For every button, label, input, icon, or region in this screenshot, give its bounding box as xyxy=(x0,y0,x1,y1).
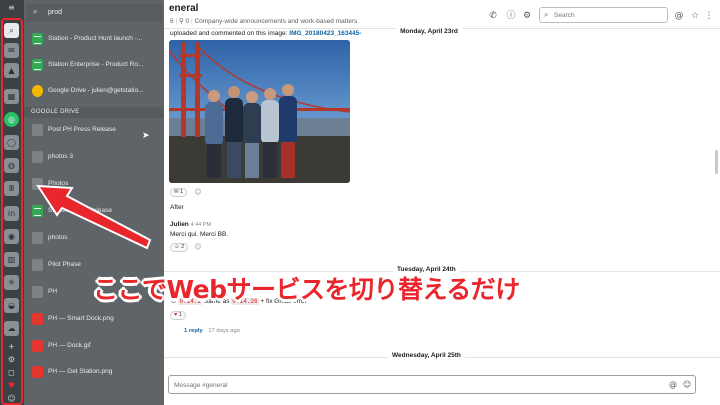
drive-item-label: Station PH ... Release xyxy=(48,207,112,214)
emoji-icon[interactable]: ☺ xyxy=(682,380,692,390)
mouse-cursor-icon: ➤ xyxy=(142,131,150,141)
result-item[interactable]: Station - Product Hunt launch -... xyxy=(24,27,164,53)
folder-icon xyxy=(32,232,43,244)
folder-icon xyxy=(32,286,43,298)
folder-icon xyxy=(32,124,43,136)
drive-item-label: PH — Get Station.png xyxy=(48,368,113,375)
add-reaction-icon[interactable]: ☺ xyxy=(194,243,202,251)
dock-highlight-box xyxy=(1,18,23,405)
pin-icon: ⚲ xyxy=(178,18,184,25)
reaction-count: 2 xyxy=(181,244,185,250)
pin-count[interactable]: 0 xyxy=(186,18,190,25)
drive-item-label: PH — Dock.gif xyxy=(48,342,91,349)
drive-item[interactable]: PH — Get Station.png xyxy=(24,360,164,386)
phone-icon[interactable]: ✆ xyxy=(488,11,498,21)
message-time[interactable]: 4:44 PM xyxy=(191,222,211,228)
message-text: After xyxy=(170,204,184,211)
drive-item-label: photos xyxy=(48,234,68,241)
channel-meta: 6 | ⚲ 0 | Company-wide announcements and… xyxy=(170,18,358,25)
uploaded-photo[interactable] xyxy=(169,40,350,183)
search-icon: ⌕ xyxy=(544,10,549,19)
annotation-caption: ここでWebサービスを切り替えるだけ xyxy=(93,275,520,304)
group-photo-image xyxy=(169,40,350,183)
mentions-icon[interactable]: @ xyxy=(674,11,684,21)
search-input[interactable] xyxy=(554,11,664,20)
info-icon[interactable]: ⓘ xyxy=(506,11,516,21)
thread-summary[interactable]: 1 reply 17 days ago xyxy=(184,328,240,334)
header-search[interactable]: ⌕ xyxy=(539,7,668,23)
drive-item-label: Pilot Phase xyxy=(48,261,81,268)
drive-item-label: photos 3 xyxy=(48,153,73,160)
gear-icon[interactable]: ⚙ xyxy=(522,11,532,21)
mention-icon[interactable]: @ xyxy=(668,380,678,390)
day-divider-label: Monday, April 23rd xyxy=(396,26,462,37)
reply-age: 17 days ago xyxy=(208,328,240,334)
folder-icon xyxy=(32,178,43,190)
result-label: Google Drive - julien@getstatio... xyxy=(48,87,144,94)
google-drive-icon xyxy=(32,85,43,97)
star-icon[interactable]: ☆ xyxy=(690,11,700,21)
day-divider-label: Wednesday, April 25th xyxy=(388,352,465,359)
drive-item[interactable]: photos xyxy=(24,226,164,252)
file-link[interactable]: IMG_20180423_163445- xyxy=(289,30,361,37)
channel-title[interactable]: eneral xyxy=(169,3,198,14)
message-text: Merci qui. Merci BB. xyxy=(170,231,229,238)
menu-icon[interactable]: ≡ xyxy=(7,3,16,12)
add-reaction-icon[interactable]: ☺ xyxy=(194,188,202,196)
image-file-icon xyxy=(32,340,43,352)
member-count[interactable]: 6 xyxy=(170,18,174,25)
message-input[interactable] xyxy=(174,380,654,390)
drive-item[interactable]: PH — Smart Dock.png xyxy=(24,307,164,333)
result-item[interactable]: Station Enterprise - Product Ro... xyxy=(24,53,164,79)
reply-count-link[interactable]: 1 reply xyxy=(184,328,203,334)
drive-item-label: Photos xyxy=(48,180,69,187)
result-label: Station Enterprise - Product Ro... xyxy=(48,61,144,68)
folder-icon xyxy=(32,151,43,163)
drive-item[interactable]: PH — Dock.gif xyxy=(24,334,164,360)
reaction-count: 1 xyxy=(178,312,182,318)
reaction-emoji-icon: ✉ xyxy=(174,189,179,195)
drive-item[interactable]: Station PH ... Release xyxy=(24,199,164,225)
result-item[interactable]: Google Drive - julien@getstatio... xyxy=(24,79,164,105)
channel-topic[interactable]: Company-wide announcements and work-base… xyxy=(194,18,357,25)
more-icon[interactable]: ⋮ xyxy=(704,11,714,21)
channel-view: eneral 6 | ⚲ 0 | Company-wide announceme… xyxy=(164,0,720,405)
search-icon: ⌕ xyxy=(33,7,38,16)
drive-item[interactable]: photos 3 xyxy=(24,145,164,171)
reaction-pill[interactable]: ♥ 1 xyxy=(170,311,186,320)
sheets-icon xyxy=(32,59,43,71)
drive-item-label: PH — Smart Dock.png xyxy=(48,315,114,322)
search-panel: ⌕ prod Station - Product Hunt launch -..… xyxy=(24,0,164,405)
heart-icon: ♥ xyxy=(174,312,178,318)
folder-icon xyxy=(32,259,43,271)
search-query: prod xyxy=(48,9,63,16)
sheets-icon xyxy=(32,205,43,217)
scrollbar[interactable] xyxy=(715,150,718,174)
image-file-icon xyxy=(32,313,43,325)
sheets-icon xyxy=(32,33,43,45)
image-file-icon xyxy=(32,366,43,378)
upload-text: uploaded and commented on this image: xyxy=(170,30,288,37)
search-field[interactable]: ⌕ prod xyxy=(26,4,162,22)
app-window: ≡ ⌕ ✉ ▲ ▦ ◎ ◯ ◍ Ⅲ in ◉ ▥ ✳ ◒ ☁ + ⚙ ◻ ♥ ☺… xyxy=(0,0,720,405)
upload-message: uploaded and commented on this image: IM… xyxy=(170,30,362,37)
reaction-pill[interactable]: ☺ 2 xyxy=(170,243,189,252)
reaction-count: 1 xyxy=(180,189,184,195)
message-composer[interactable]: @ ☺ xyxy=(168,375,696,394)
section-header: GOOGLE DRIVE xyxy=(24,107,164,118)
reaction-emoji-icon: ☺ xyxy=(174,244,180,250)
result-label: Station - Product Hunt launch -... xyxy=(48,35,143,42)
drive-item[interactable]: Photos xyxy=(24,172,164,198)
message-author[interactable]: Julien xyxy=(170,221,189,228)
reaction-pill[interactable]: ✉ 1 xyxy=(170,188,188,197)
message-header: Julien 4:44 PM xyxy=(170,221,211,228)
